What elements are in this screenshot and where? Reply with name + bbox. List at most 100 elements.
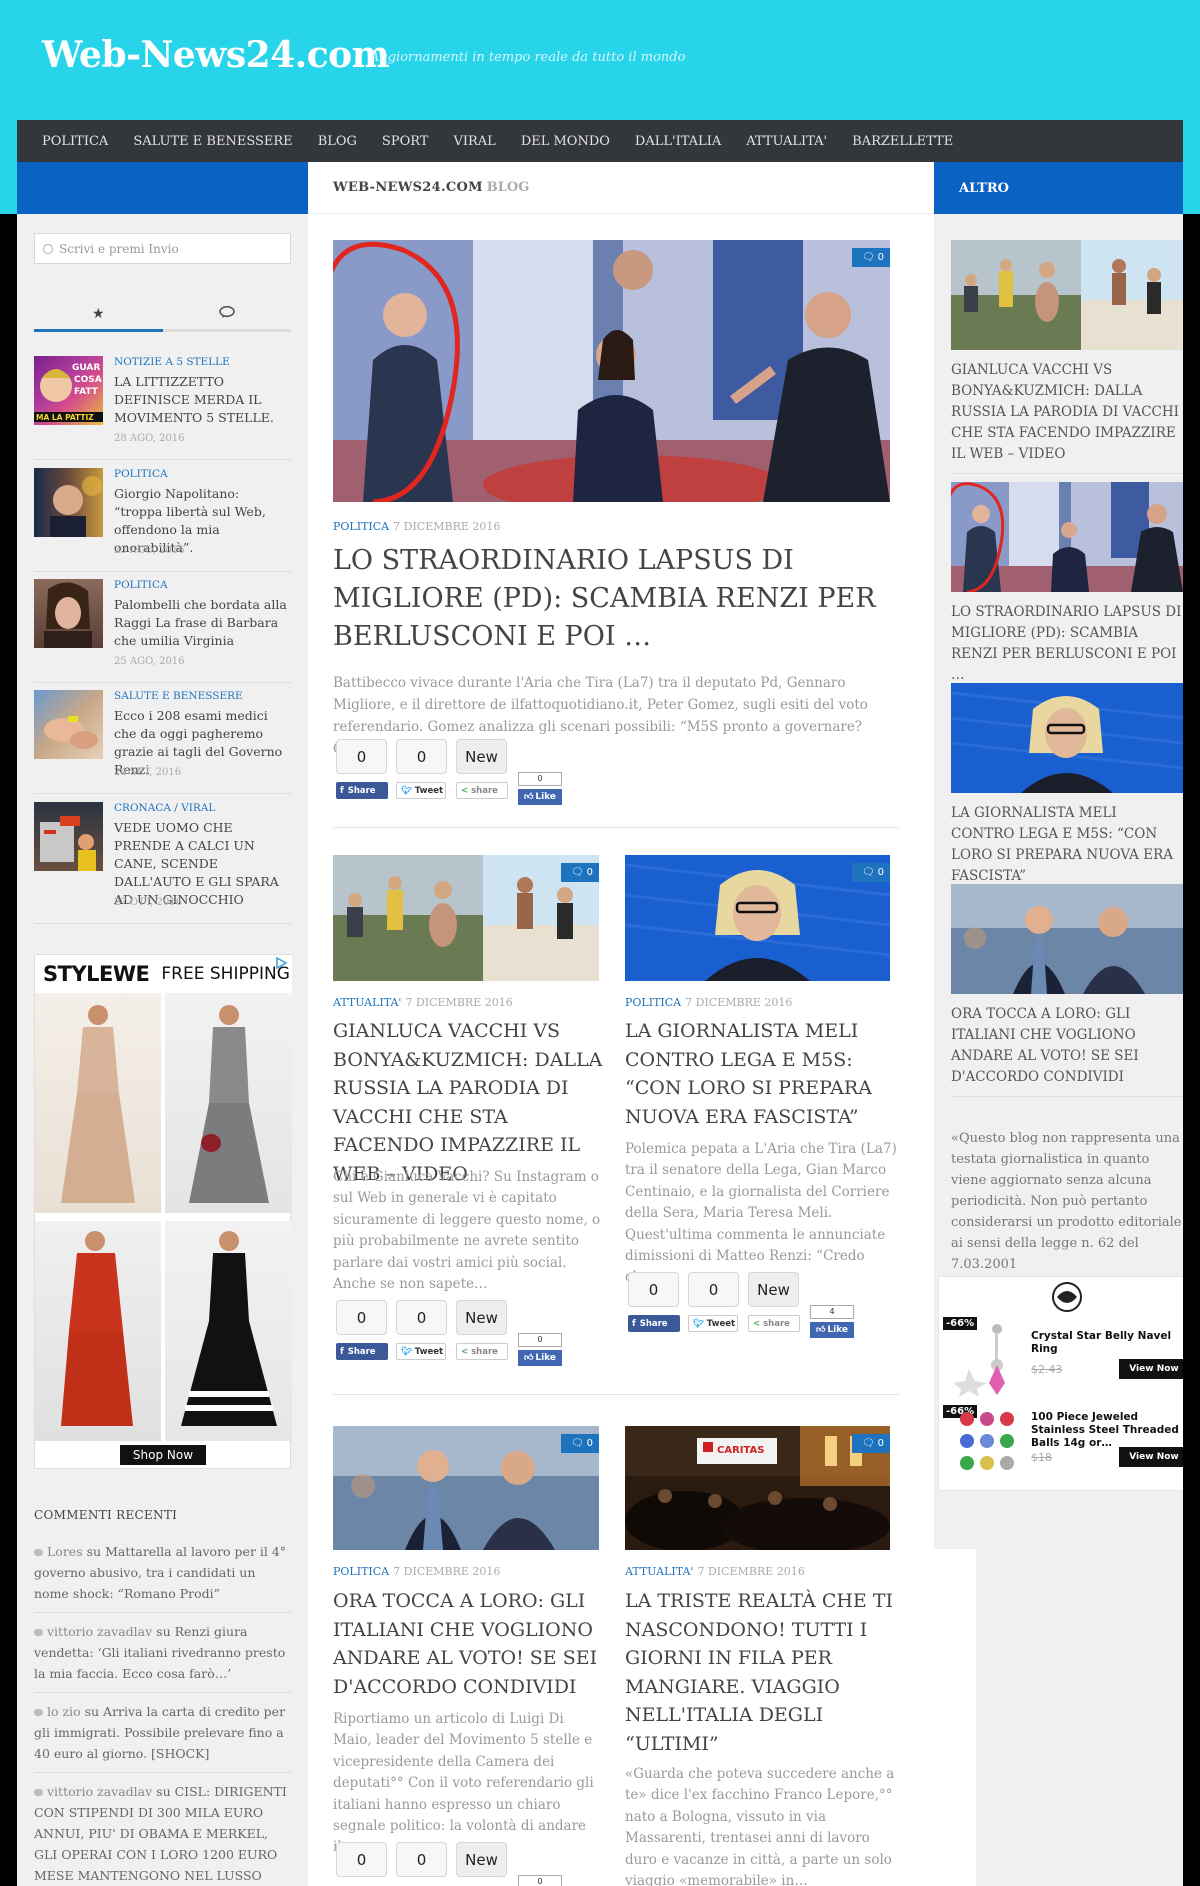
featured-post-image[interactable]: 🗨︎ 0 [333,240,890,502]
comment-count-badge[interactable]: 🗨︎ 0 [851,863,890,882]
comment-count-badge[interactable]: 🗨︎ 0 [851,248,890,267]
ad-view-now-button[interactable]: View Now [1119,1359,1183,1379]
post-category[interactable]: ATTUALITA' [333,996,401,1009]
nav-blog[interactable]: BLOG [318,134,357,149]
facebook-share-button[interactable]: f Share [336,782,388,799]
ad-product-name[interactable]: 100 Piece Jeweled Stainless Steel Thread… [1031,1411,1183,1450]
post-thumbnail[interactable] [34,579,103,648]
post-category[interactable]: SALUTE E BENESSERE [114,690,243,702]
search-input[interactable]: Scrivi e premi Invio [34,233,291,264]
related-post-title[interactable]: GIANLUCA VACCHI VS BONYA&KUZMICH: DALLA … [951,360,1183,474]
adchoices-icon[interactable] [274,957,288,969]
sidebar-post[interactable]: SALUTE E BENESSERE Ecco i 208 esami medi… [34,690,291,794]
facebook-share-button[interactable]: f Share [628,1315,680,1332]
post-title[interactable]: GIANLUCA VACCHI VS BONYA&KUZMICH: DALLA … [333,1017,603,1188]
ad-item[interactable]: -66% Crystal Star Belly Navel Ring $2.43… [939,1315,1183,1403]
new-button[interactable]: New [748,1272,799,1307]
tweet-button[interactable]: 🐦︎ Tweet [396,782,446,799]
related-post-image[interactable] [951,240,1183,350]
like-button[interactable]: 👍︎ Like [518,1350,562,1366]
post-date: 7 DICEMBRE 2016 [405,996,513,1009]
ad-product-image[interactable] [35,993,161,1213]
post-thumbnail[interactable]: GUAR COSA FATT MA LA PATTIZ [34,356,103,425]
post-title[interactable]: LA GIORNALISTA MELI CONTRO LEGA E M5S: “… [625,1017,900,1131]
related-post[interactable]: ORA TOCCA A LORO: GLI ITALIANI CHE VOGLI… [951,884,1183,1097]
nav-salute[interactable]: SALUTE E BENESSERE [133,134,292,149]
facebook-share-button[interactable]: f Share [336,1343,388,1360]
tab-popular[interactable]: ★ [34,306,163,332]
ad-header: STYLEWE FREE SHIPPING [35,955,292,993]
featured-post-title[interactable]: LO STRAORDINARIO LAPSUS DI MIGLIORE (PD)… [333,542,893,656]
sidebar-post[interactable]: POLITICA Palombelli che bordata alla Rag… [34,579,291,683]
share-button[interactable]: < share [456,782,508,799]
site-title[interactable]: Web-News24.com [42,34,390,76]
related-post-title[interactable]: ORA TOCCA A LORO: GLI ITALIANI CHE VOGLI… [951,1004,1183,1097]
post-image[interactable]: CARITAS 🗨︎ 0 [625,1426,890,1550]
sidebar-post[interactable]: CRONACA / VIRAL VEDE UOMO CHE PRENDE A C… [34,802,291,924]
ad-item[interactable]: -66% 100 Piece Jeweled Stainless Steel T… [939,1403,1183,1491]
post-title[interactable]: ORA TOCCA A LORO: GLI ITALIANI CHE VOGLI… [333,1587,603,1701]
ad-stylewe[interactable]: STYLEWE FREE SHIPPING Shop Now [34,954,292,1469]
sidebar-post[interactable]: POLITICA Giorgio Napolitano: “troppa lib… [34,468,291,572]
related-post[interactable]: GIANLUCA VACCHI VS BONYA&KUZMICH: DALLA … [951,240,1183,474]
post-category-link[interactable]: VIRAL [181,802,215,814]
related-post-title[interactable]: LA GIORNALISTA MELI CONTRO LEGA E M5S: “… [951,803,1183,896]
related-post-title[interactable]: LO STRAORDINARIO LAPSUS DI MIGLIORE (PD)… [951,602,1183,695]
post-title[interactable]: LA TRISTE REALTÀ CHE TI NASCONDONO! TUTT… [625,1587,900,1758]
tweet-button[interactable]: 🐦︎ Tweet [396,1343,446,1360]
related-post-image[interactable] [951,884,1183,994]
new-button[interactable]: New [456,1300,507,1335]
comment-count-badge[interactable]: 🗨︎ 0 [560,1434,599,1453]
share-button[interactable]: < share [456,1343,508,1360]
post-image[interactable]: 🗨︎ 0 [625,855,890,981]
nav-dallitalia[interactable]: DALL'ITALIA [635,134,721,149]
ad-product-name[interactable]: Crystal Star Belly Navel Ring [1031,1330,1183,1356]
tweet-button[interactable]: 🐦︎ Tweet [688,1315,738,1332]
related-post[interactable]: LO STRAORDINARIO LAPSUS DI MIGLIORE (PD)… [951,482,1183,695]
post-category[interactable]: POLITICA [333,520,389,533]
nav-del-mondo[interactable]: DEL MONDO [521,134,610,149]
post-excerpt: Riportiamo un articolo di Luigi Di Maio,… [333,1711,594,1855]
post-thumbnail[interactable] [34,802,103,871]
ad-view-now-button[interactable]: View Now [1119,1447,1183,1467]
nav-barzellette[interactable]: BARZELLETTE [852,134,953,149]
related-post-image[interactable] [951,683,1183,793]
tab-comments[interactable] [163,306,292,329]
comment-count-badge[interactable]: 🗨︎ 0 [851,1434,890,1453]
post-title[interactable]: VEDE UOMO CHE PRENDE A CALCI UN CANE, SC… [114,819,291,909]
nav-viral[interactable]: VIRAL [453,134,495,149]
ad-product-image[interactable] [165,1221,292,1441]
nav-politica[interactable]: POLITICA [42,134,108,149]
post-title[interactable]: Palombelli che bordata alla Raggi La fra… [114,596,291,650]
post-category[interactable]: POLITICA [333,1565,389,1578]
post-category-link[interactable]: CRONACA [114,802,171,814]
new-button[interactable]: New [456,1842,507,1877]
post-category[interactable]: POLITICA [114,468,168,480]
share-button[interactable]: < share [748,1315,800,1332]
post-image[interactable]: 🗨︎ 0 [333,855,599,981]
post-thumbnail[interactable] [34,690,103,759]
post-category[interactable]: POLITICA [114,579,168,591]
post-title[interactable]: LA LITTIZZETTO DEFINISCE MERDA IL MOVIME… [114,373,291,427]
ad-product-image[interactable] [165,993,292,1213]
like-button[interactable]: 👍︎ Like [518,789,562,805]
like-button[interactable]: 👍︎ Like [810,1322,854,1338]
ad-product-image[interactable] [35,1221,161,1441]
new-button[interactable]: New [456,739,507,774]
nav-sport[interactable]: SPORT [382,134,429,149]
post-thumbnail[interactable] [34,468,103,537]
post-category[interactable]: ATTUALITA' [625,1565,693,1578]
related-post[interactable]: LA GIORNALISTA MELI CONTRO LEGA E M5S: “… [951,683,1183,896]
post-date: 25 AGO, 2016 [114,656,185,667]
sidebar-post[interactable]: GUAR COSA FATT MA LA PATTIZ NOTIZIE A 5 STE… [34,356,291,460]
related-post-image[interactable] [951,482,1183,592]
post-category[interactable]: NOTIZIE A 5 STELLE [114,356,230,368]
ad-shop-now-button[interactable]: Shop Now [120,1445,206,1465]
post-category[interactable]: POLITICA [625,996,681,1009]
adchoices-icon[interactable] [1181,1279,1183,1291]
comment-count-badge[interactable]: 🗨︎ 0 [560,863,599,882]
nav-attualita[interactable]: ATTUALITA' [746,134,827,149]
ad-jewelry[interactable]: -66% Crystal Star Belly Navel Ring $2.43… [938,1276,1183,1491]
post-image[interactable]: 🗨︎ 0 [333,1426,599,1550]
comment-post-link[interactable]: CISL: DIRIGENTI CON STIPENDI DI 300 MILA… [34,1784,287,1886]
